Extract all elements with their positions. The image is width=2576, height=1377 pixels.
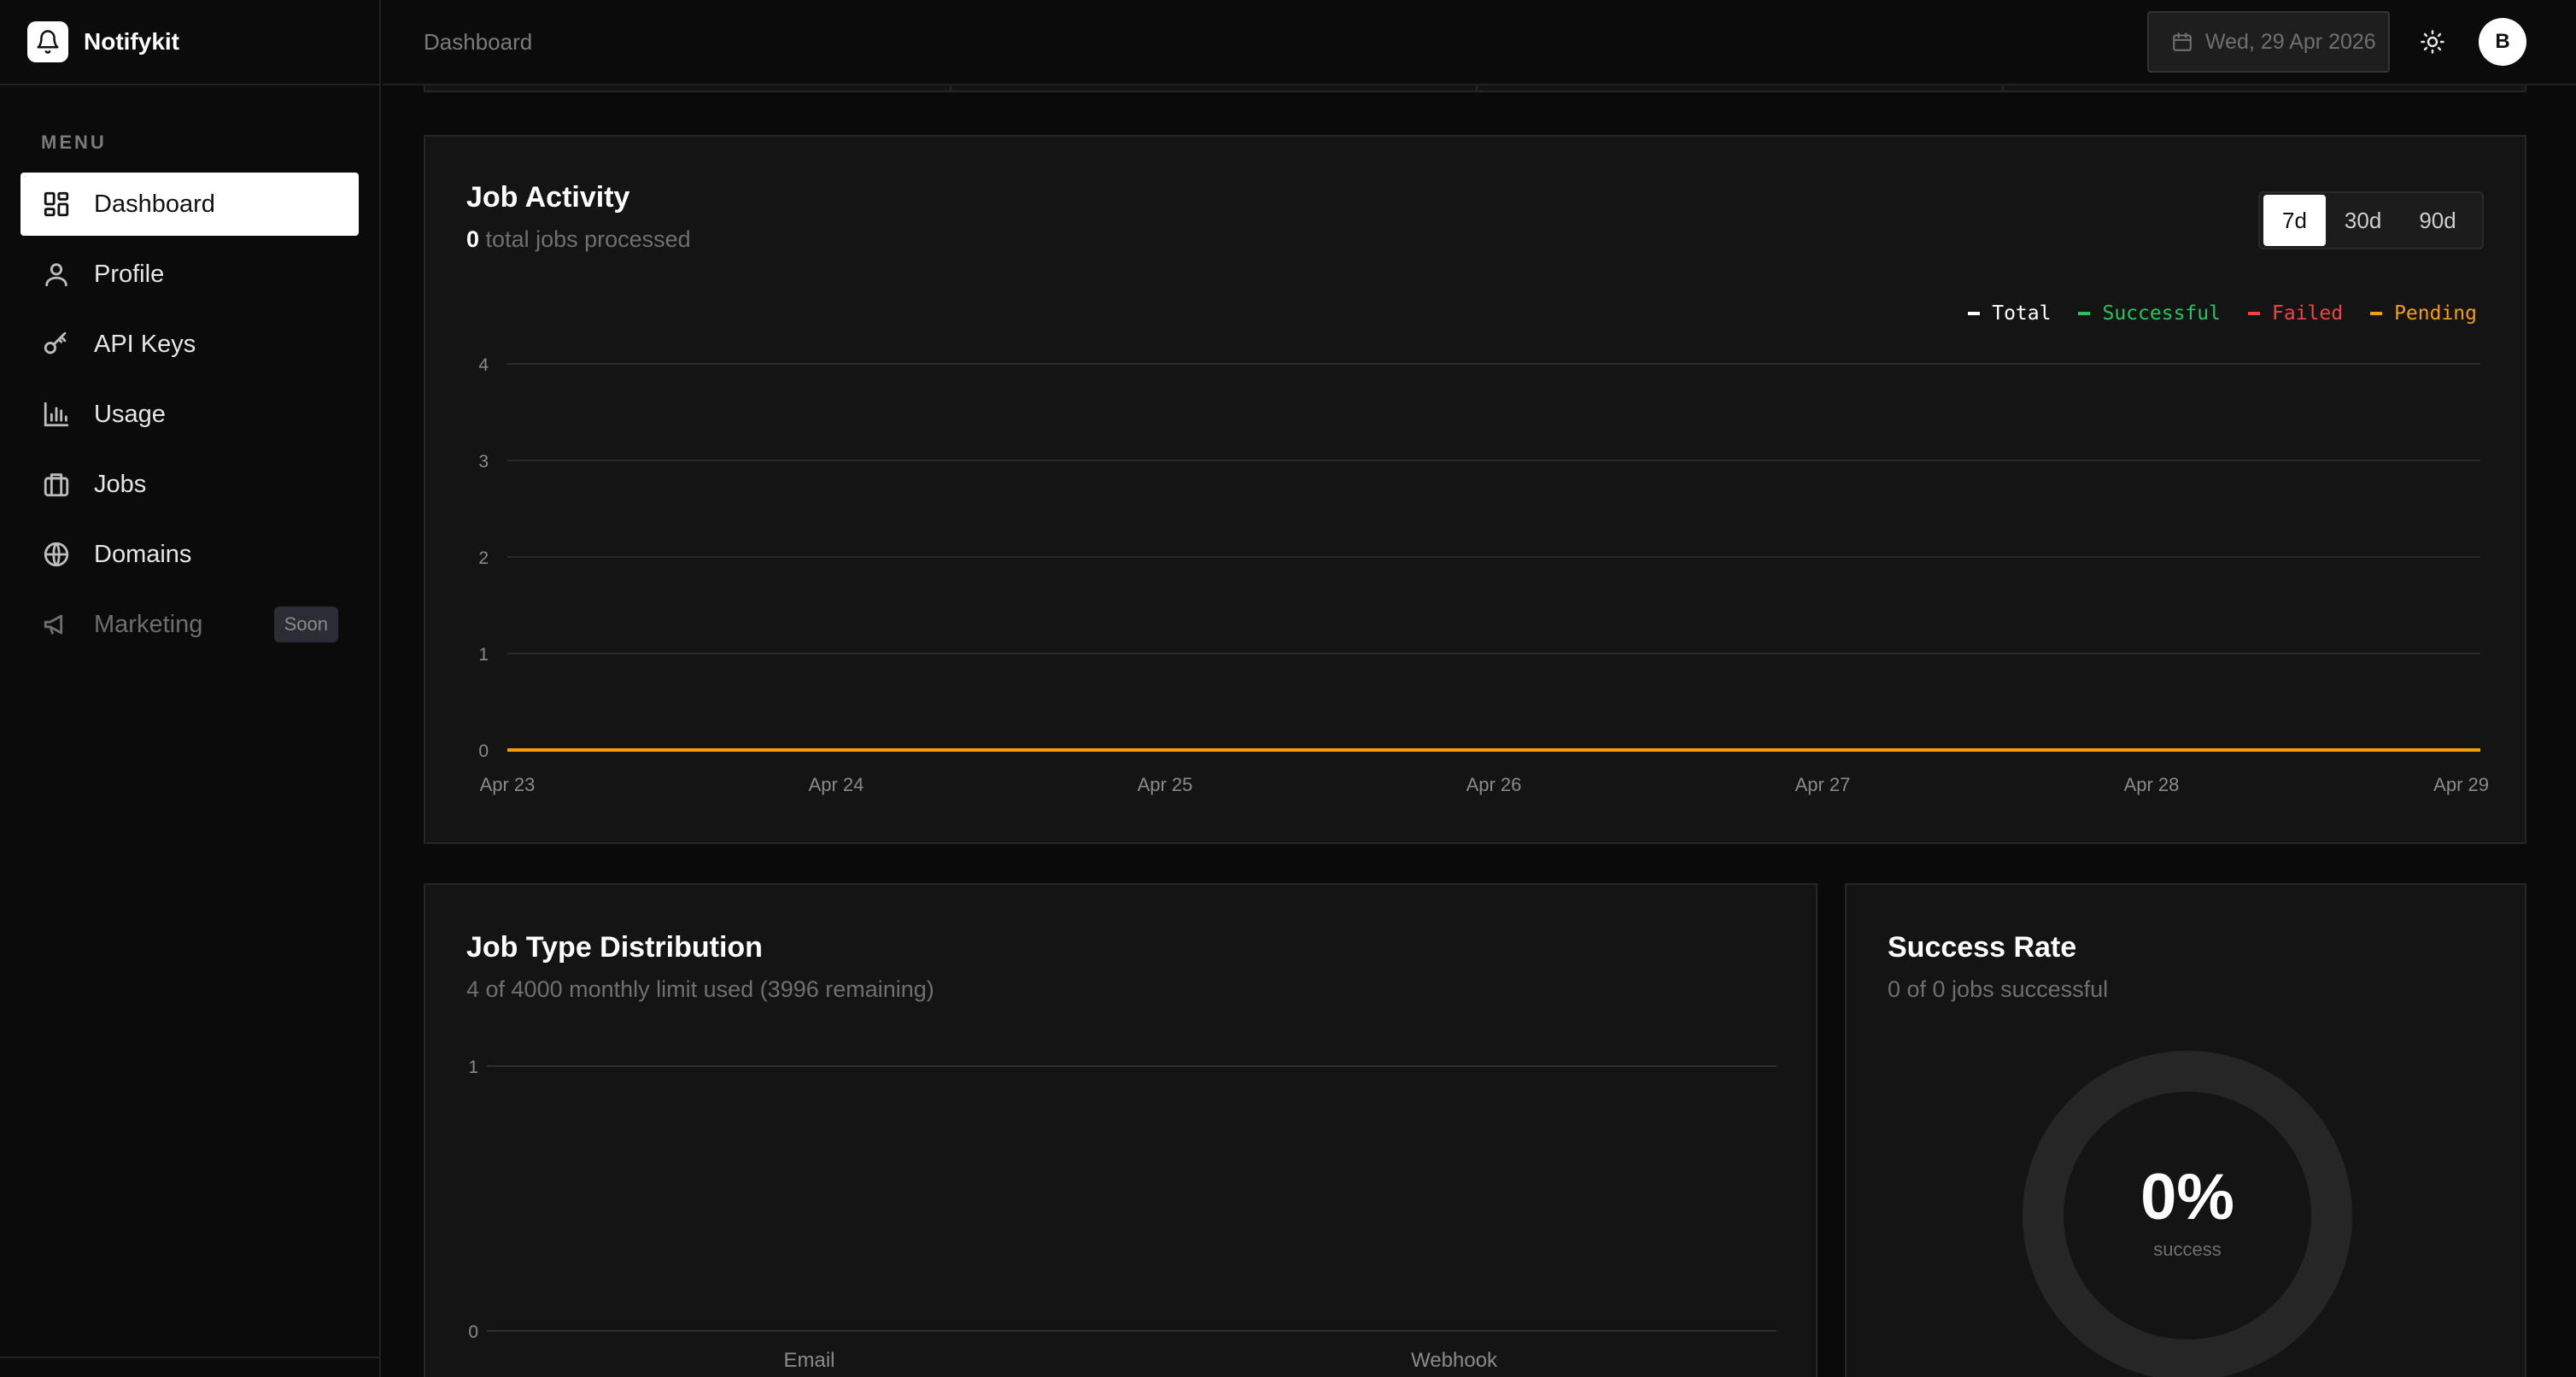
y-tick-label: 2 (478, 548, 489, 568)
sidebar-item-dashboard[interactable]: Dashboard (20, 173, 359, 236)
sidebar-nav: Dashboard Profile API Keys Usage Jobs Do… (0, 173, 379, 656)
sidebar-item-marketing: Marketing Soon (20, 593, 359, 656)
y-tick-label: 1 (478, 645, 489, 665)
sidebar-footer (0, 1356, 381, 1377)
avatar[interactable]: B (2479, 18, 2526, 66)
sidebar-item-usage[interactable]: Usage (20, 383, 359, 446)
briefcase-icon (41, 469, 72, 500)
success-rate-donut: 0% success (2023, 1051, 2352, 1377)
bell-icon (27, 21, 68, 62)
sidebar-item-label: Dashboard (94, 190, 215, 218)
y-tick-label: 3 (478, 452, 489, 472)
bar-chart-icon (41, 399, 72, 430)
job-type-card: Job Type Distribution 4 of 4000 monthly … (424, 883, 1818, 1377)
sidebar-item-jobs[interactable]: Jobs (20, 453, 359, 516)
brand[interactable]: Notifykit (0, 0, 379, 85)
breadcrumb: Dashboard (424, 28, 533, 55)
dashboard-icon (41, 189, 72, 220)
sun-icon (2421, 30, 2444, 54)
job-activity-chart: 0 1 2 3 4 Apr 23 Apr 24 Apr 25 Apr 26 Apr 27 Apr 2… (478, 355, 2489, 795)
sidebar: Notifykit MENU Dashboard Profile API Key… (0, 0, 381, 1377)
menu-label: MENU (41, 132, 107, 153)
success-rate-value: 0% (2140, 1161, 2234, 1233)
header-actions: Wed, 29 Apr 2026 B (2147, 11, 2526, 73)
x-tick-label: Apr 24 (809, 774, 864, 795)
success-rate-label: success (2153, 1239, 2222, 1260)
x-tick-label: Email (783, 1349, 834, 1372)
sidebar-item-domains[interactable]: Domains (20, 523, 359, 586)
job-activity-card: Job Activity 0 total jobs processed 7d 3… (424, 135, 2526, 844)
soon-badge: Soon (273, 606, 338, 642)
megaphone-icon (41, 609, 72, 640)
sidebar-item-label: Usage (94, 400, 166, 428)
key-icon (41, 329, 72, 360)
x-tick-label: Apr 27 (1795, 774, 1851, 795)
date-text: Wed, 29 Apr 2026 (2205, 29, 2376, 54)
x-tick-label: Apr 28 (2124, 774, 2180, 795)
user-icon (41, 259, 72, 290)
x-tick-label: Apr 25 (1138, 774, 1193, 795)
date-picker[interactable]: Wed, 29 Apr 2026 (2147, 11, 2390, 73)
calendar-icon (2173, 32, 2192, 51)
top-header: Dashboard Wed, 29 Apr 2026 B (383, 0, 2576, 85)
y-tick-label: 0 (468, 1322, 478, 1342)
x-tick-label: Webhook (1411, 1349, 1498, 1372)
x-tick-label: Apr 26 (1467, 774, 1522, 795)
job-type-chart: 0 1 Email Webhook (468, 1058, 1777, 1372)
y-tick-label: 1 (468, 1058, 478, 1077)
theme-toggle-button[interactable] (2415, 25, 2450, 59)
sidebar-item-label: Jobs (94, 470, 147, 498)
stats-strip (424, 85, 2526, 92)
sidebar-item-label: Domains (94, 540, 192, 568)
success-rate-card: Success Rate 0 of 0 jobs successful 0% s… (1845, 883, 2526, 1377)
globe-icon (41, 539, 72, 570)
success-rate-title: Success Rate (1888, 931, 2077, 964)
app-name: Notifykit (84, 28, 179, 55)
y-tick-label: 4 (478, 355, 489, 375)
sidebar-item-profile[interactable]: Profile (20, 243, 359, 306)
success-rate-subtitle: 0 of 0 jobs successful (1888, 976, 2109, 1002)
sidebar-item-label: API Keys (94, 330, 196, 358)
sidebar-item-label: Marketing (94, 610, 203, 638)
x-tick-label: Apr 23 (480, 774, 536, 795)
sidebar-item-label: Profile (94, 260, 165, 288)
sidebar-item-api-keys[interactable]: API Keys (20, 313, 359, 376)
y-tick-label: 0 (478, 741, 489, 761)
x-tick-label: Apr 29 (2433, 774, 2489, 795)
